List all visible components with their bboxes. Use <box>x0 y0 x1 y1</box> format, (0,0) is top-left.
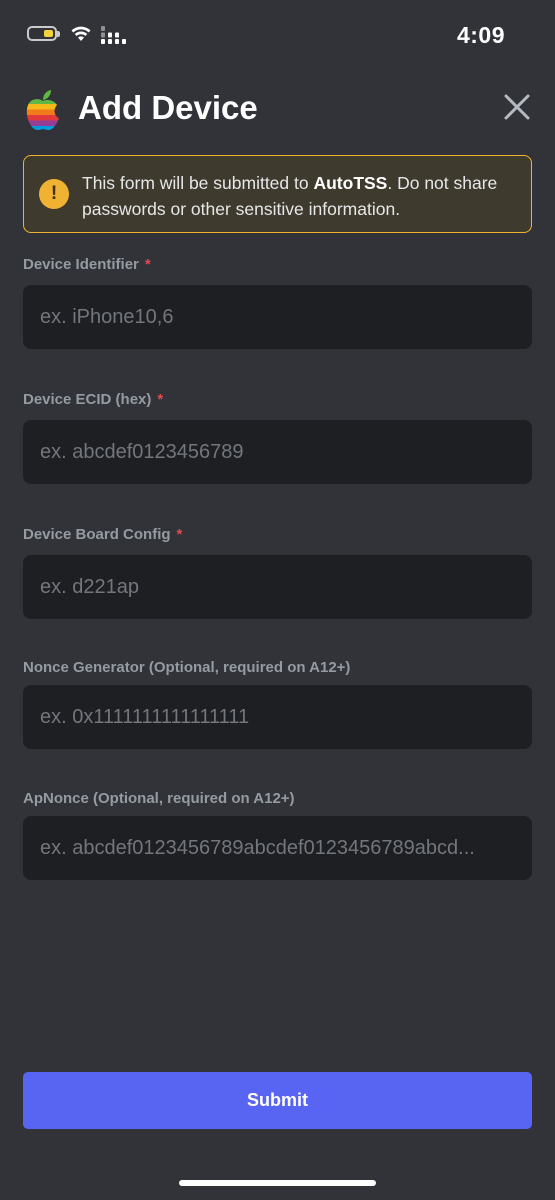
apnonce-label: ApNonce (Optional, required on A12+) <box>23 790 295 807</box>
device-board-config-input[interactable] <box>23 555 532 619</box>
page-title: Add Device <box>78 89 258 126</box>
warning-banner: ! This form will be submitted to AutoTSS… <box>23 155 532 233</box>
battery-level <box>44 30 53 37</box>
required-mark: * <box>157 391 164 408</box>
status-time: 4:09 <box>456 22 505 48</box>
header: Add Device <box>23 86 532 136</box>
submit-button[interactable]: Submit <box>23 1072 532 1129</box>
device-board-config-label: Device Board Config * <box>23 526 182 543</box>
field-label-text: Nonce Generator (Optional, required on A… <box>23 659 351 676</box>
device-ecid-input[interactable] <box>23 420 532 484</box>
field-label-text: Device Board Config <box>23 526 171 543</box>
apnonce-input[interactable] <box>23 816 532 880</box>
device-ecid-label: Device ECID (hex) * <box>23 391 163 408</box>
required-mark: * <box>176 526 183 543</box>
device-identifier-label: Device Identifier * <box>23 256 151 273</box>
field-label-text: Device Identifier <box>23 256 139 273</box>
exclamation-icon: ! <box>39 179 69 209</box>
apple-rainbow-logo-icon <box>26 90 59 131</box>
warning-text-before: This form will be submitted to <box>82 173 314 193</box>
cellular-signal-icon <box>101 26 126 44</box>
status-bar: 4:09 <box>0 0 555 70</box>
battery-icon <box>27 26 60 41</box>
wifi-icon <box>71 26 91 41</box>
device-identifier-input[interactable] <box>23 285 532 349</box>
field-label-text: ApNonce (Optional, required on A12+) <box>23 790 295 807</box>
nonce-generator-label: Nonce Generator (Optional, required on A… <box>23 659 350 676</box>
nonce-generator-input[interactable] <box>23 685 532 749</box>
field-label-text: Device ECID (hex) <box>23 391 152 408</box>
warning-message: This form will be submitted to AutoTSS. … <box>82 170 517 222</box>
close-icon[interactable] <box>502 92 532 122</box>
warning-text-bold: AutoTSS <box>313 173 388 193</box>
add-device-screen: 4:09 Add Device ! This form will be subm… <box>0 0 555 1200</box>
required-mark: * <box>144 256 151 273</box>
home-indicator[interactable] <box>179 1180 376 1186</box>
